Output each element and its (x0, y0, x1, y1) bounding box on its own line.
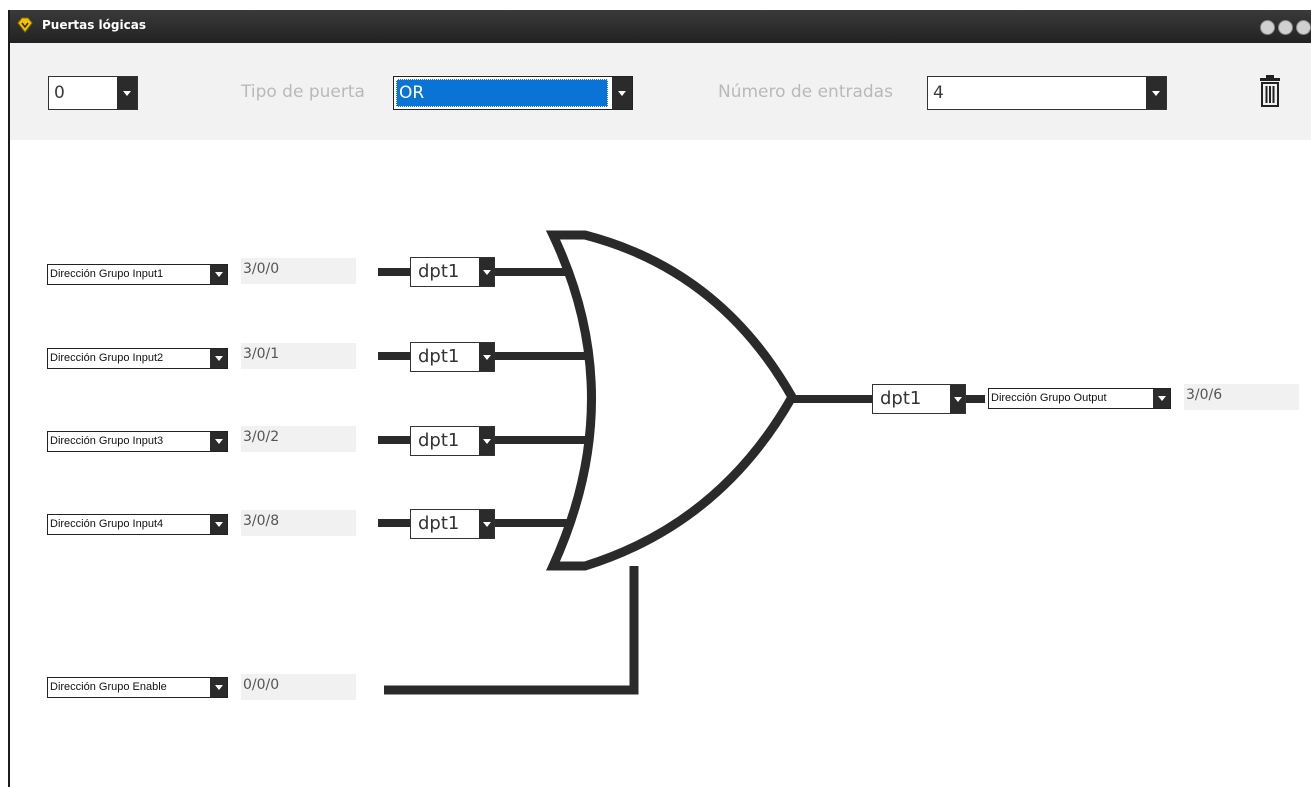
input3-dpt-select[interactable]: dpt1 (410, 426, 495, 456)
input2-address-value[interactable]: 3/0/1 (241, 343, 356, 369)
input2-address-select[interactable]: Dirección Grupo Input2 (47, 348, 228, 369)
input-wires (378, 268, 593, 527)
enable-address-select[interactable]: Dirección Grupo Enable (47, 677, 228, 698)
input4-dpt-label: dpt1 (418, 513, 460, 534)
or-gate-shape (545, 230, 798, 571)
input1-dpt-label: dpt1 (418, 261, 460, 282)
enable-address-value[interactable]: 0/0/0 (241, 674, 356, 700)
input4-select-label: Dirección Grupo Input4 (50, 518, 164, 530)
chevron-down-icon (210, 678, 227, 697)
chevron-down-icon (479, 427, 494, 455)
chevron-down-icon (210, 265, 227, 284)
chevron-down-icon (210, 349, 227, 368)
chevron-down-icon (479, 343, 494, 371)
input2-dpt-select[interactable]: dpt1 (410, 342, 495, 372)
input1-address-select[interactable]: Dirección Grupo Input1 (47, 264, 228, 285)
input4-dpt-select[interactable]: dpt1 (410, 509, 495, 539)
input3-address-select[interactable]: Dirección Grupo Input3 (47, 431, 228, 452)
enable-select-label: Dirección Grupo Enable (50, 681, 167, 693)
input4-address-select[interactable]: Dirección Grupo Input4 (47, 514, 228, 535)
output-dpt-label: dpt1 (880, 388, 922, 409)
chevron-down-icon (479, 510, 494, 538)
input2-dpt-label: dpt1 (418, 346, 460, 367)
input2-select-label: Dirección Grupo Input2 (50, 352, 164, 364)
input3-address-value[interactable]: 3/0/2 (241, 426, 356, 452)
chevron-down-icon (210, 432, 227, 451)
output-dpt-select[interactable]: dpt1 (872, 384, 966, 414)
chevron-down-icon (1153, 389, 1170, 408)
input1-select-label: Dirección Grupo Input1 (50, 268, 164, 280)
input1-address-value[interactable]: 3/0/0 (241, 258, 356, 284)
input3-select-label: Dirección Grupo Input3 (50, 435, 164, 447)
input3-dpt-label: dpt1 (418, 430, 460, 451)
chevron-down-icon (210, 515, 227, 534)
output-select-label: Dirección Grupo Output (991, 392, 1107, 404)
chevron-down-icon (950, 385, 965, 413)
input4-address-value[interactable]: 3/0/8 (241, 510, 356, 536)
output-address-select[interactable]: Dirección Grupo Output (988, 388, 1171, 409)
chevron-down-icon (479, 258, 494, 286)
enable-wire (384, 566, 639, 695)
input1-dpt-select[interactable]: dpt1 (410, 257, 495, 287)
output-address-value[interactable]: 3/0/6 (1184, 384, 1299, 410)
